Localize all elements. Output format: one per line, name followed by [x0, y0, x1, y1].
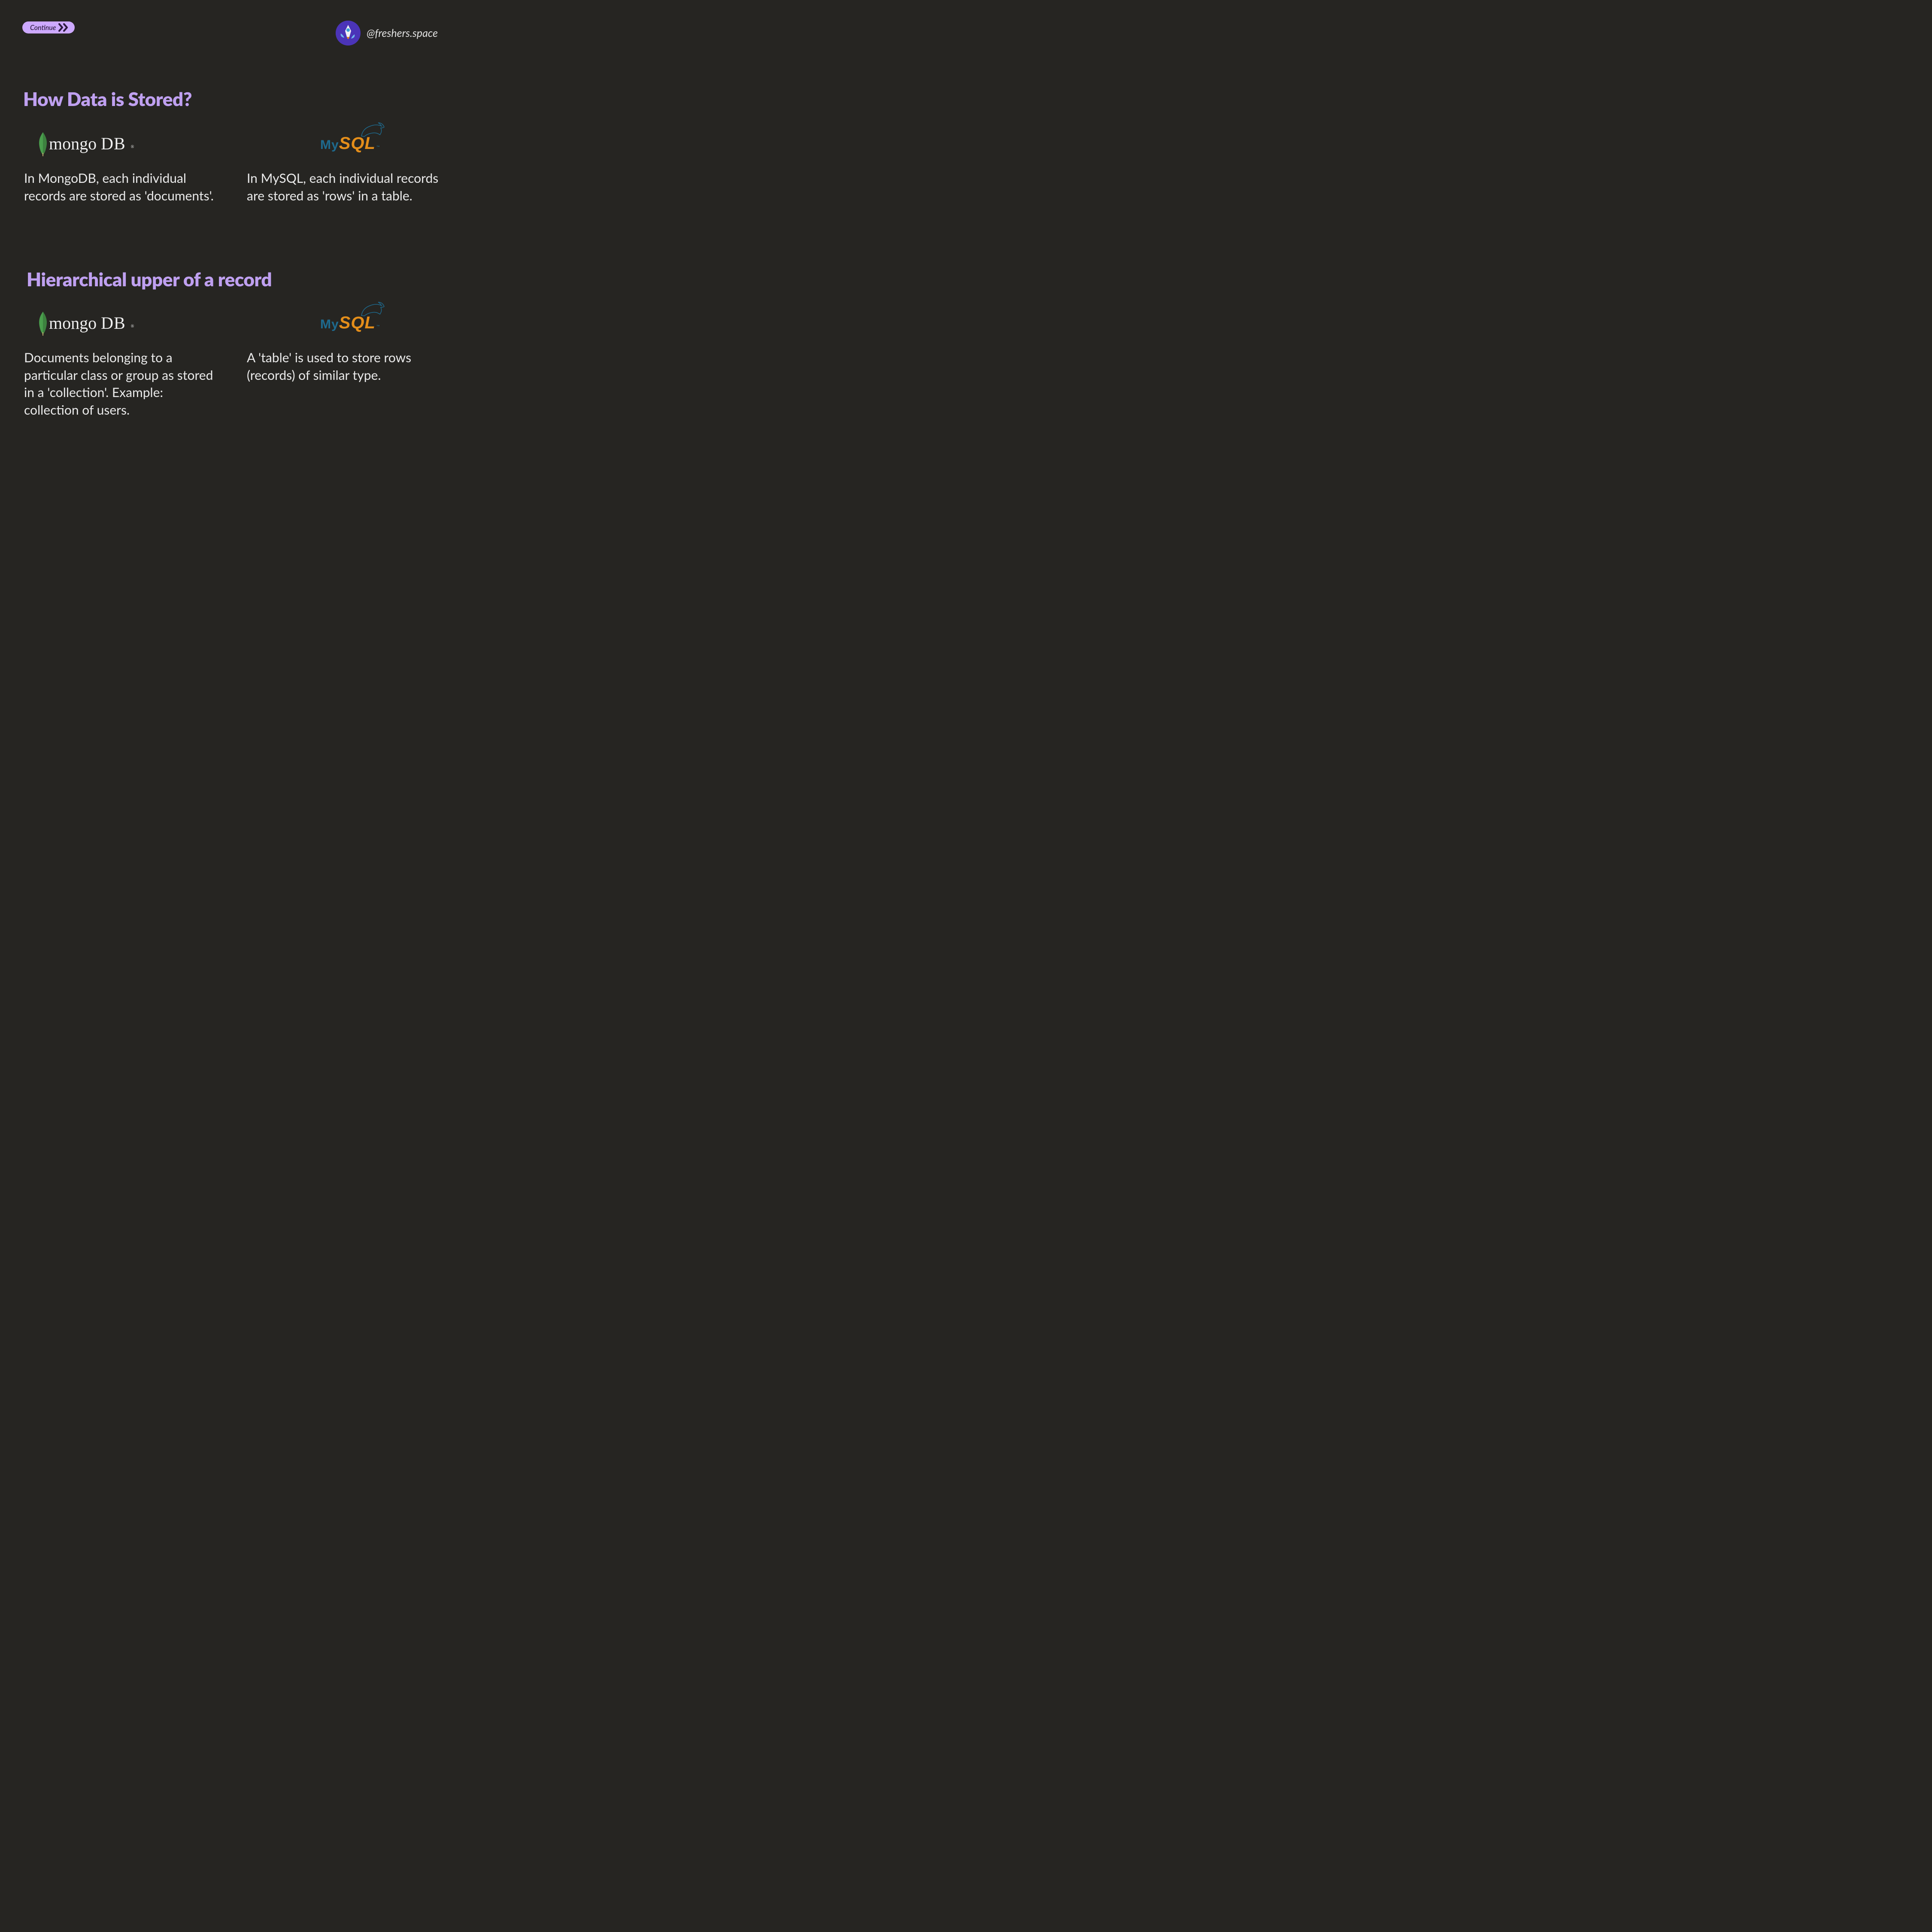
continue-button[interactable]: Continue — [22, 21, 75, 33]
mongodb-logo: mongoDB ® — [24, 305, 217, 341]
mysql-text-a: My — [320, 138, 339, 152]
mongodb-leaf-icon — [37, 311, 49, 336]
mongo-text-a: mongo — [49, 313, 97, 333]
section-heading-1: How Data is Stored? — [23, 88, 192, 110]
registered-mark: ® — [131, 324, 134, 329]
mysql-text-a: My — [320, 317, 339, 332]
tm-mark: ™ — [376, 325, 380, 328]
rocket-icon — [336, 21, 361, 45]
mongo-text-b: DB — [101, 133, 126, 154]
mongo-text-a: mongo — [49, 133, 97, 154]
mysql-column-2: MySQL™ A 'table' is used to store rows (… — [247, 305, 440, 419]
mysql-dolphin-icon — [359, 121, 385, 138]
comparison-row-2: mongoDB ® Documents belonging to a partic… — [0, 305, 464, 419]
mysql-desc-1: In MySQL, each individual records are st… — [247, 170, 440, 204]
mysql-column-1: MySQL™ In MySQL, each individual records… — [247, 125, 440, 204]
mongo-column-2: mongoDB ® Documents belonging to a partic… — [24, 305, 217, 419]
double-chevron-right-icon — [58, 23, 70, 32]
tm-mark: ™ — [376, 145, 380, 149]
mongo-text-b: DB — [101, 313, 126, 333]
mongodb-logo: mongoDB ® — [24, 125, 217, 162]
continue-label: Continue — [30, 24, 56, 32]
mongo-desc-2: Documents belonging to a particular clas… — [24, 349, 217, 419]
mongo-column-1: mongoDB ® In MongoDB, each individual rec… — [24, 125, 217, 204]
section-heading-2: Hierarchical upper of a record — [27, 268, 272, 291]
mongodb-leaf-icon — [37, 131, 49, 156]
registered-mark: ® — [131, 145, 134, 149]
mysql-logo: MySQL™ — [247, 125, 440, 162]
mysql-dolphin-icon — [359, 300, 385, 318]
mongo-desc-1: In MongoDB, each individual records are … — [24, 170, 217, 204]
mysql-logo: MySQL™ — [247, 305, 440, 341]
comparison-row-1: mongoDB ® In MongoDB, each individual rec… — [0, 125, 464, 204]
brand-handle: @freshers.space — [367, 27, 438, 39]
brand-block: @freshers.space — [336, 21, 438, 45]
mysql-desc-2: A 'table' is used to store rows (records… — [247, 349, 440, 384]
avatar — [336, 21, 361, 45]
